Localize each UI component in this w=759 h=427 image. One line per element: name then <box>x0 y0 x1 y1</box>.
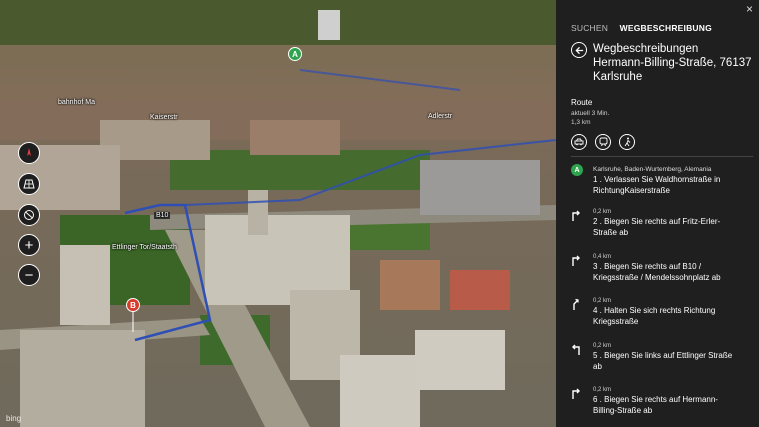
map-view[interactable]: B10 Adlerstr Ettlinger Tor/Staatsth bahn… <box>0 0 556 427</box>
turn-right-icon <box>571 254 583 266</box>
rotate-button[interactable] <box>18 204 40 226</box>
aerial-map <box>0 0 556 427</box>
step-1-line-2: RichtungKaiserstraße <box>593 185 670 195</box>
title-line-3: Karlsruhe <box>593 71 643 83</box>
compass-button[interactable] <box>18 142 40 164</box>
step-4-distance: 0,2 km <box>593 298 612 304</box>
step-6-text: 6 . Biegen Sie rechts auf Hermann- Billi… <box>593 395 753 416</box>
transit-mode-button[interactable] <box>595 134 611 150</box>
step-1-line-1: 1 . Verlassen Sie Waldhornstraße in <box>593 175 721 184</box>
route-distance: 1,3 km <box>571 119 591 126</box>
step-5-line-2: ab <box>593 361 602 371</box>
step-3-line-1: 3 . Biegen Sie rechts auf B10 / <box>593 262 702 271</box>
step-5-distance: 0,2 km <box>593 343 612 349</box>
step-2[interactable]: 0,2 km 2 . Biegen Sie rechts auf Fritz-E… <box>571 209 753 243</box>
step-5[interactable]: 0,2 km 5 . Biegen Sie links auf Ettlinge… <box>571 343 753 377</box>
step-4[interactable]: 0,2 km 4 . Halten Sie sich rechts Richtu… <box>571 298 753 332</box>
step-6-line-1: 6 . Biegen Sie rechts auf Hermann- <box>593 395 718 404</box>
zoom-in-button[interactable]: + <box>18 234 40 256</box>
step-4-text: 4 . Halten Sie sich rechts Richtung Krie… <box>593 306 753 327</box>
step-6-distance: 0,2 km <box>593 387 612 393</box>
title-line-1: Wegbeschreibungen <box>593 43 699 55</box>
street-label-b10: B10 <box>154 212 171 219</box>
street-label-adlerstr: Adlerstr <box>428 113 453 120</box>
tilt-3d-button[interactable] <box>18 173 40 195</box>
rotate-icon <box>24 210 34 220</box>
keep-right-icon <box>571 298 583 310</box>
back-button[interactable] <box>571 42 587 58</box>
end-marker[interactable]: B <box>126 298 140 312</box>
step-2-line-1: 2 . Biegen Sie rechts auf Fritz-Erler- <box>593 217 721 226</box>
step-3[interactable]: 0,4 km 3 . Biegen Sie rechts auf B10 / K… <box>571 254 753 288</box>
step-6-line-2: Billing-Straße ab <box>593 405 653 415</box>
step-4-line-1: 4 . Halten Sie sich rechts Richtung <box>593 306 716 315</box>
turn-right-icon <box>571 387 583 399</box>
step-2-distance: 0,2 km <box>593 209 612 215</box>
directions-panel: × SUCHEN WEGBESCHREIBUNG Wegbeschreibung… <box>556 0 759 427</box>
panel-tabs: SUCHEN WEGBESCHREIBUNG <box>571 23 721 33</box>
step-3-line-2: Kriegsstraße / Mendelssohnplatz ab <box>593 272 721 282</box>
bing-logo-text: bing <box>6 414 22 423</box>
car-mode-button[interactable] <box>571 134 587 150</box>
step-5-text: 5 . Biegen Sie links auf Ettlinger Straß… <box>593 351 753 372</box>
bing-logo: bing <box>6 414 21 423</box>
step-6[interactable]: 0,2 km 6 . Biegen Sie rechts auf Hermann… <box>571 387 753 421</box>
turn-right-icon <box>571 209 583 221</box>
step-3-distance: 0,4 km <box>593 254 612 260</box>
step-2-line-2: Straße ab <box>593 227 629 237</box>
step-3-text: 3 . Biegen Sie rechts auf B10 / Kriegsst… <box>593 262 753 283</box>
step-2-text: 2 . Biegen Sie rechts auf Fritz-Erler- S… <box>593 217 753 238</box>
directions-title: Wegbeschreibungen Hermann-Billing-Straße… <box>593 42 753 84</box>
separator <box>571 156 753 157</box>
turn-left-icon <box>571 343 583 355</box>
zoom-out-button[interactable]: − <box>18 264 40 286</box>
route-start[interactable]: A Karlsruhe, Baden-Wurtemberg, Alemania … <box>571 164 753 198</box>
start-point-icon: A <box>571 164 583 176</box>
walk-icon <box>624 137 630 147</box>
walk-mode-button[interactable] <box>619 134 635 150</box>
step-4-line-2: Kriegsstraße <box>593 316 639 326</box>
start-marker[interactable]: A <box>288 47 302 61</box>
route-label: Route <box>571 98 593 107</box>
step-1-text: 1 . Verlassen Sie Waldhornstraße in Rich… <box>593 175 753 196</box>
tab-search[interactable]: SUCHEN <box>571 23 608 33</box>
perspective-icon <box>23 179 35 189</box>
street-label-kaiserstr: Kaiserstr <box>150 114 178 121</box>
title-line-2: Hermann-Billing-Straße, 76137 <box>593 57 752 69</box>
car-icon <box>574 138 584 146</box>
street-label-bahnhof: bahnhof Ma <box>58 99 95 106</box>
step-5-line-1: 5 . Biegen Sie links auf Ettlinger Straß… <box>593 351 733 360</box>
back-arrow-icon <box>574 46 583 54</box>
close-button[interactable]: × <box>746 2 753 16</box>
tab-directions[interactable]: WEGBESCHREIBUNG <box>620 23 712 33</box>
route-time: aktuell 3 Min. <box>571 110 610 117</box>
start-location: Karlsruhe, Baden-Wurtemberg, Alemania <box>593 166 712 173</box>
street-label-ettlinger-tor: Ettlinger Tor/Staatsth <box>112 244 177 251</box>
transit-icon <box>599 137 607 147</box>
compass-icon <box>27 148 31 156</box>
